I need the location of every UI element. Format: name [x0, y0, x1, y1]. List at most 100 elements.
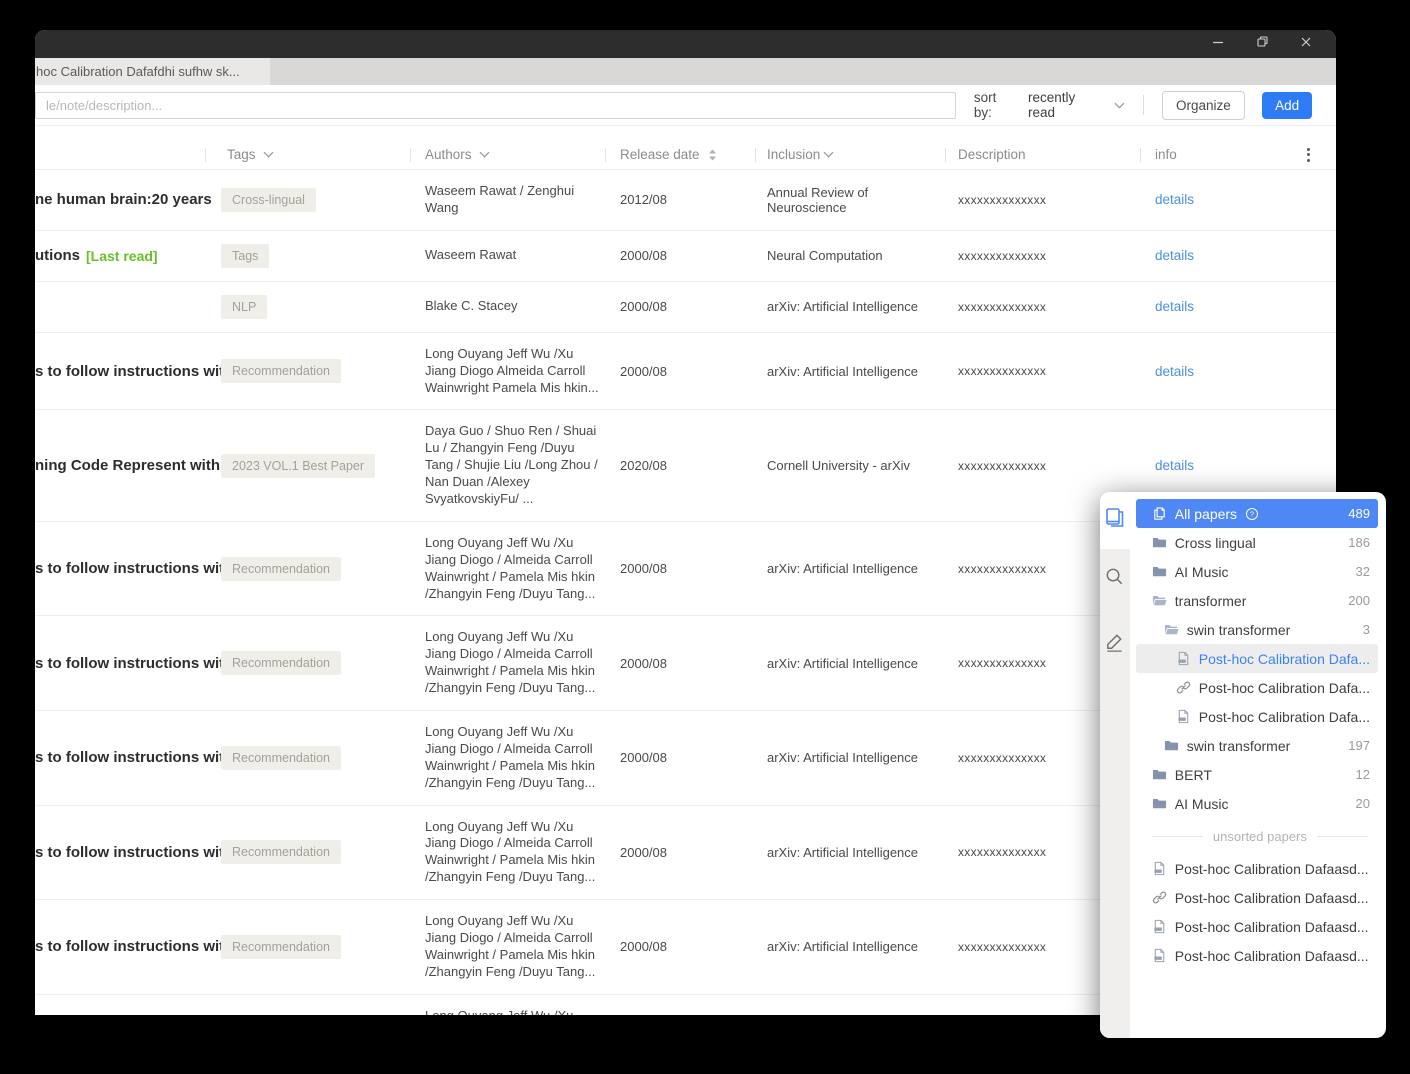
column-description: Description — [945, 140, 1140, 169]
tree-item[interactable]: Post-hoc Calibration Dafa... — [1136, 673, 1378, 702]
panel-search-button[interactable] — [1103, 565, 1126, 593]
details-link[interactable]: details — [1155, 248, 1194, 263]
inclusion-cell: arXiv: Artificial Intelligence — [755, 750, 945, 765]
tag-pill[interactable]: Recommendation — [221, 651, 341, 675]
release-date-cell: 2000/08 — [605, 248, 755, 263]
library-icon — [1103, 506, 1127, 535]
paper-title: ne human brain:20 years — [35, 191, 212, 208]
tag-pill[interactable]: NLP — [221, 295, 267, 319]
paper-title: s to follow instructions with — [35, 938, 233, 955]
tree-item[interactable]: Post-hoc Calibration Dafaasd... — [1136, 912, 1378, 941]
table-row[interactable]: utions [Last read] Tags Waseem Rawat 200… — [35, 231, 1336, 282]
column-authors[interactable]: Authors — [410, 140, 605, 169]
folder-icon — [1152, 564, 1167, 579]
pdf-icon — [1152, 919, 1167, 934]
authors-cell: Long Ouyang Jeff Wu /Xu Jiang Diogo / Al… — [410, 535, 605, 603]
tree-item[interactable]: Post-hoc Calibration Dafaasd... — [1136, 854, 1378, 883]
tree-item[interactable]: All papers?489 — [1136, 499, 1378, 528]
sort-arrows-icon — [708, 149, 717, 161]
details-link[interactable]: details — [1155, 364, 1194, 379]
restore-icon — [1256, 35, 1269, 53]
column-inclusion[interactable]: Inclusion — [755, 140, 945, 169]
tree-item[interactable]: swin transformer197 — [1136, 731, 1378, 760]
tag-pill[interactable]: Recommendation — [221, 359, 341, 383]
authors-cell: Long Ouyang Jeff Wu /Xu Jiang Diogo / Al… — [410, 819, 605, 887]
pdf-icon — [1152, 861, 1167, 876]
restore-button[interactable] — [1254, 36, 1270, 52]
inclusion-cell: Cornell University - arXiv — [755, 458, 945, 473]
tab-active-paper[interactable]: hoc Calibration Dafafdhi sufhw sk... — [35, 58, 270, 85]
organize-button[interactable]: Organize — [1162, 91, 1246, 120]
panel-edit-button[interactable] — [1103, 631, 1126, 659]
all-papers-icon — [1152, 506, 1167, 521]
details-link[interactable]: details — [1155, 299, 1194, 314]
help-icon[interactable]: ? — [1245, 507, 1259, 521]
sort-dropdown[interactable]: recently read — [1028, 90, 1125, 120]
tag-pill[interactable]: Recommendation — [221, 557, 341, 581]
paper-title: s to follow instructions with — [35, 844, 233, 861]
divider-label: unsorted papers — [1213, 829, 1307, 844]
inclusion-cell: arXiv: Artificial Intelligence — [755, 656, 945, 671]
paper-title: s to follow instructions with — [35, 363, 233, 380]
minimize-button[interactable] — [1210, 36, 1226, 52]
tag-pill[interactable]: Cross-lingual — [221, 188, 316, 212]
add-button[interactable]: Add — [1262, 92, 1312, 119]
tree-item-count: 20 — [1348, 796, 1370, 811]
column-release-date[interactable]: Release date — [605, 140, 755, 169]
authors-cell: Long Ouyang Jeff Wu /Xu Jiang Diogo / Al… — [410, 724, 605, 792]
tag-pill[interactable]: 2023 VOL.1 Best Paper — [221, 454, 375, 478]
tree-item[interactable]: Post-hoc Calibration Dafaasd... — [1136, 941, 1378, 970]
tree-item-count: 3 — [1355, 622, 1370, 637]
minimize-icon — [1212, 35, 1224, 53]
column-tags[interactable]: Tags — [205, 140, 410, 169]
tree-item[interactable]: swin transformer3 — [1136, 615, 1378, 644]
tree-item-label: Cross lingual — [1175, 535, 1256, 551]
tree-item[interactable]: Post-hoc Calibration Dafa... — [1136, 644, 1378, 673]
details-link[interactable]: details — [1155, 458, 1194, 473]
tree-item-label: Post-hoc Calibration Dafaasd... — [1175, 890, 1369, 906]
release-date-cell: 2000/08 — [605, 561, 755, 576]
tag-pill[interactable]: Recommendation — [221, 840, 341, 864]
table-row[interactable]: ne human brain:20 years Cross-lingual Wa… — [35, 170, 1336, 231]
authors-cell: Long Ouyang Jeff Wu /Xu Jiang Diogo Alme… — [410, 346, 605, 397]
authors-cell: Waseem Rawat / Zenghui Wang — [410, 183, 605, 217]
tag-pill[interactable]: Tags — [221, 244, 269, 268]
tree-item[interactable]: BERT12 — [1136, 760, 1378, 789]
tree-item-label: Post-hoc Calibration Dafa... — [1199, 709, 1370, 725]
inclusion-cell: arXiv: Artificial Intelligence — [755, 364, 945, 379]
tag-pill[interactable]: Recommendation — [221, 935, 341, 959]
inclusion-cell: arXiv: Artificial Intelligence — [755, 561, 945, 576]
tree-item[interactable]: Cross lingual186 — [1136, 528, 1378, 557]
authors-cell: Waseem Rawat — [410, 247, 605, 264]
library-tab[interactable] — [1100, 492, 1130, 549]
tree-item[interactable]: Post-hoc Calibration Dafa... — [1136, 702, 1378, 731]
folder-icon — [1152, 796, 1167, 811]
tree-item[interactable]: Post-hoc Calibration Dafaasd... — [1136, 883, 1378, 912]
tree-item-label: Post-hoc Calibration Dafaasd... — [1175, 919, 1369, 935]
sort-by-label: sort by: — [974, 90, 1018, 120]
table-row[interactable]: s to follow instructions with Recommenda… — [35, 333, 1336, 411]
tree-item[interactable]: AI Music32 — [1136, 557, 1378, 586]
toolbar: sort by: recently read Organize Add — [35, 85, 1336, 126]
tree-item[interactable]: AI Music20 — [1136, 789, 1378, 818]
release-date-cell: 2020/08 — [605, 458, 755, 473]
tree-item-label: Post-hoc Calibration Dafa... — [1199, 680, 1370, 696]
authors-cell: Long Ouyang Jeff Wu /Xu Jiang Diogo / Al… — [410, 1008, 605, 1015]
tree-item-label: Post-hoc Calibration Dafaasd... — [1175, 861, 1369, 877]
description-cell: xxxxxxxxxxxxxx — [945, 459, 1140, 473]
column-info: info — [1140, 140, 1280, 169]
tree-item[interactable]: transformer200 — [1136, 586, 1378, 615]
table-header: Tags Authors Release date Inclusion Desc… — [35, 140, 1336, 170]
close-icon — [1300, 35, 1312, 53]
search-input[interactable] — [35, 92, 956, 119]
column-menu-button[interactable] — [1303, 144, 1314, 166]
table-row[interactable]: NLP Blake C. Stacey 2000/08 arXiv: Artif… — [35, 282, 1336, 333]
pdf-icon — [1176, 651, 1191, 666]
details-link[interactable]: details — [1155, 192, 1194, 207]
close-button[interactable] — [1298, 36, 1314, 52]
link-icon — [1152, 890, 1167, 905]
release-date-cell: 2000/08 — [605, 299, 755, 314]
tag-pill[interactable]: Recommendation — [221, 746, 341, 770]
chevron-down-icon — [263, 151, 274, 158]
release-date-cell: 2000/08 — [605, 845, 755, 860]
